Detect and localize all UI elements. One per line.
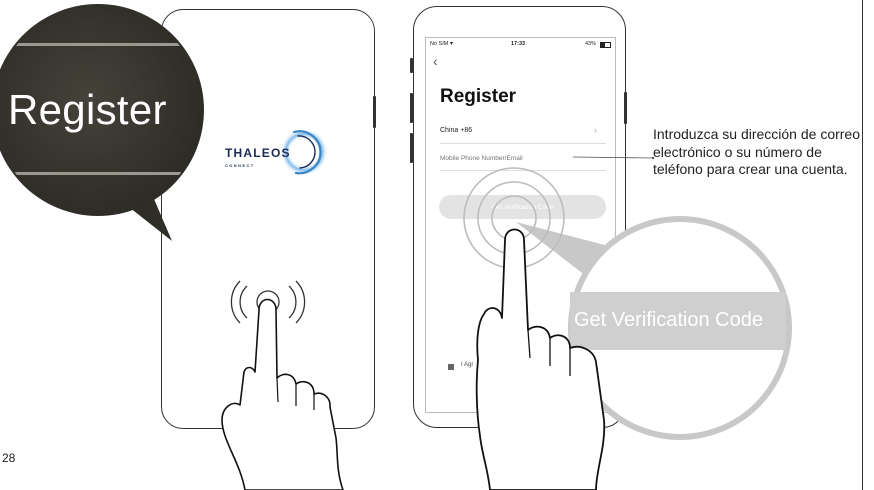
zoomed-verification-label: Get Verification Code: [574, 309, 763, 331]
battery-icon: [600, 42, 611, 48]
right-phone-volume-down: [410, 133, 413, 163]
chevron-right-icon: ›: [594, 125, 597, 135]
status-carrier: No SIM: [430, 41, 449, 47]
wifi-icon: ▾: [450, 41, 454, 47]
status-battery-percent: 43%: [585, 41, 597, 47]
page-title: Register: [440, 86, 517, 107]
country-code-selector[interactable]: China +86: [440, 127, 472, 134]
status-time: 17:33: [511, 41, 526, 47]
right-phone-mute-switch: [410, 58, 413, 73]
brand-name: THALEOS: [225, 146, 291, 160]
left-phone-side-button: [373, 96, 376, 128]
brand-tagline: CONNECT: [225, 163, 255, 168]
instruction-callout: Introduzca su dirección de correo electr…: [653, 126, 860, 177]
page-margin-rule: [862, 0, 863, 490]
phone-email-input[interactable]: [440, 155, 580, 162]
agreement-label: I Agr: [461, 362, 474, 368]
right-phone-power-button: [624, 92, 627, 124]
page-number: 28: [2, 451, 16, 465]
input-divider: [440, 170, 606, 171]
magnified-register-label: Register: [8, 86, 167, 133]
right-phone-volume-up: [410, 93, 413, 123]
agreement-checkbox[interactable]: [448, 364, 454, 370]
country-divider: [440, 143, 606, 144]
back-icon[interactable]: ‹: [433, 53, 438, 69]
get-verification-code-button[interactable]: Get Verification Code: [439, 195, 606, 219]
